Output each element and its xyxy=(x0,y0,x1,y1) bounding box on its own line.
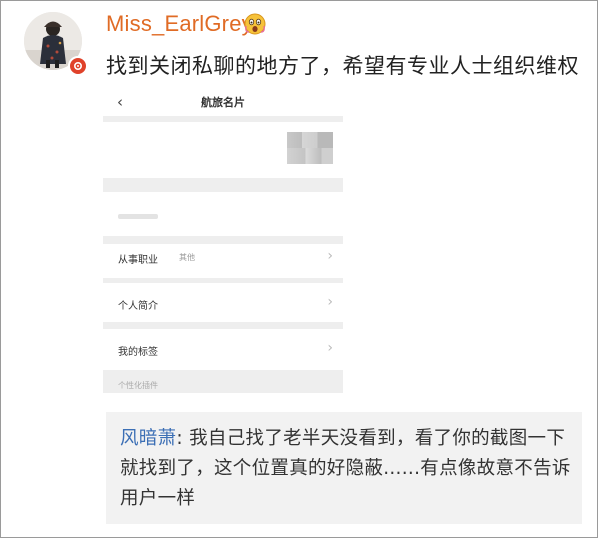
section-divider xyxy=(103,322,343,329)
post-text: 找到关闭私聊的地方了，希望有专业人士组织维权 xyxy=(106,54,579,78)
comment-text: 风暗萧: 我自己找了老半天没看到，看了你的截图一下就找到了，这个位置真的好隐蔽.… xyxy=(120,424,572,514)
quoted-comment: 风暗萧: 我自己找了老半天没看到，看了你的截图一下就找到了，这个位置真的好隐蔽.… xyxy=(106,412,582,524)
blurred-text xyxy=(118,214,158,219)
chevron-right-icon: › xyxy=(327,294,333,310)
shocked-emoji-icon xyxy=(244,13,266,35)
row-bio-label: 个人简介 xyxy=(118,301,158,312)
section-divider xyxy=(103,278,343,283)
username[interactable]: Miss_EarlGrey xyxy=(106,11,253,37)
plugin-label: 个性化插件 xyxy=(118,381,158,390)
row-bio: 个人简介 › xyxy=(103,284,343,324)
row-tags: 我的标签 › xyxy=(103,330,343,370)
embedded-screenshot: ‹ 航旅名片 从事职业 其他 › 个人简介 › 我的标签 › 个性化插件 xyxy=(103,88,343,393)
row-occupation-value: 其他 xyxy=(179,253,195,262)
blurred-thumbnail xyxy=(287,132,333,164)
section-divider xyxy=(103,116,343,122)
verified-badge-icon xyxy=(68,56,88,76)
comment-author[interactable]: 风暗萧 xyxy=(120,428,176,449)
chevron-right-icon: › xyxy=(327,248,333,264)
row-tags-label: 我的标签 xyxy=(118,347,158,358)
row-occupation: 从事职业 其他 › xyxy=(103,238,343,278)
section-divider xyxy=(103,178,343,192)
chevron-right-icon: › xyxy=(327,340,333,356)
row-occupation-label: 从事职业 xyxy=(118,255,158,266)
screenshot-nav-title: 航旅名片 xyxy=(201,96,245,109)
screenshot-nav-bar: ‹ 航旅名片 xyxy=(103,88,343,116)
comment-separator: : xyxy=(176,428,190,449)
